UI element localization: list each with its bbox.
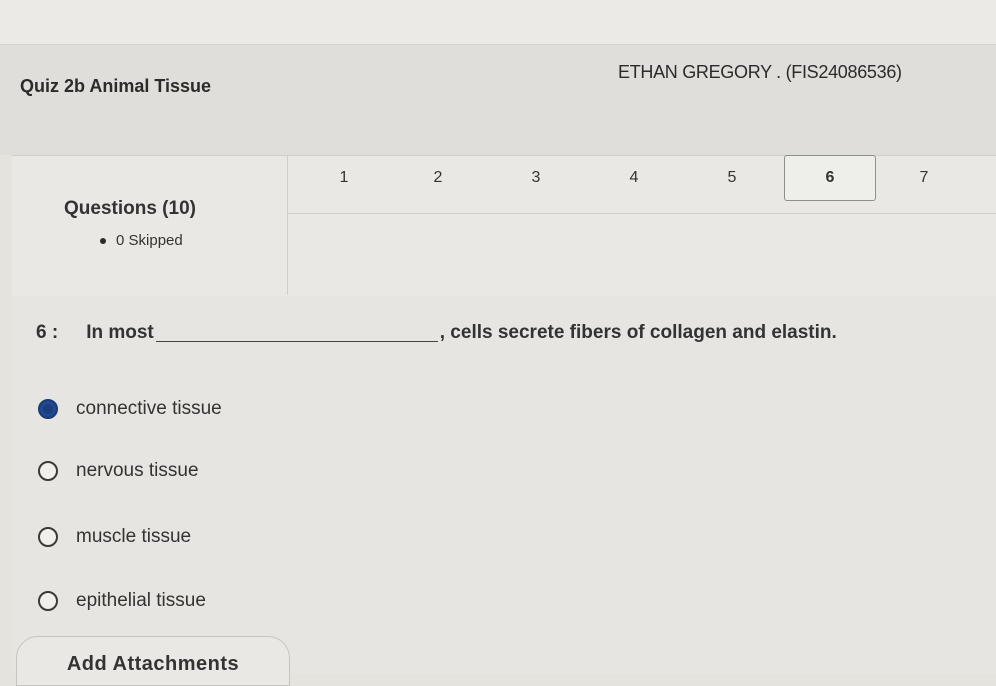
questions-count-title: Questions (10): [64, 198, 196, 219]
question-text: 6 : In most , cells secrete fibers of coll…: [36, 322, 837, 344]
option-label: muscle tissue: [76, 526, 192, 547]
tab-question-7[interactable]: 7: [904, 169, 944, 187]
tab-question-1[interactable]: 1: [324, 169, 364, 187]
top-strip: [0, 0, 996, 45]
option-label: nervous tissue: [76, 460, 199, 481]
tab-question-3[interactable]: 3: [516, 169, 556, 187]
question-text-after: , cells secrete fibers of collagen and e…: [439, 322, 837, 343]
radio-icon[interactable]: [38, 591, 58, 611]
radio-selected-icon[interactable]: [38, 399, 58, 419]
option-connective-tissue[interactable]: connective tissue: [38, 398, 222, 420]
tab-question-5[interactable]: 5: [712, 169, 752, 187]
question-tabs: 1 2 3 4 5 6 7: [288, 155, 996, 214]
skipped-count: 0 Skipped: [100, 232, 183, 249]
radio-icon[interactable]: [38, 461, 58, 481]
tab-question-6[interactable]: 6: [784, 155, 876, 201]
option-label: connective tissue: [76, 398, 222, 419]
answer-blank: [155, 341, 438, 342]
quiz-title: Quiz 2b Animal Tissue: [20, 76, 212, 96]
navigator-summary: [12, 155, 288, 295]
question-text-before: In most: [86, 322, 154, 343]
option-nervous-tissue[interactable]: nervous tissue: [38, 460, 199, 482]
radio-icon[interactable]: [38, 527, 58, 547]
student-name: ETHAN GREGORY . (FIS24086536): [618, 62, 902, 82]
option-label: epithelial tissue: [76, 590, 206, 611]
skipped-label: 0 Skipped: [116, 232, 183, 249]
option-epithelial-tissue[interactable]: epithelial tissue: [38, 590, 206, 612]
question-number: 6 :: [36, 322, 59, 343]
add-attachments-button[interactable]: Add Attachments: [16, 636, 290, 686]
tab-question-4[interactable]: 4: [614, 169, 654, 187]
question-content: [12, 296, 996, 674]
tab-question-2[interactable]: 2: [418, 169, 458, 187]
option-muscle-tissue[interactable]: muscle tissue: [38, 526, 191, 548]
bullet-icon: [100, 237, 106, 244]
